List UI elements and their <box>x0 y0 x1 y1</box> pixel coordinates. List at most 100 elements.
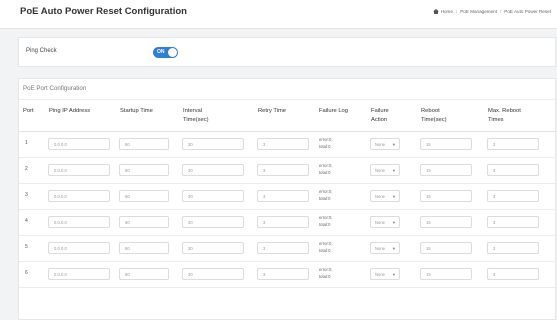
table-row: 2 0.0.0.0 60 30 3 error:0, total:0 None ▾ 15 3 <box>19 158 555 184</box>
ping-check-panel: Ping Check ON <box>18 37 556 67</box>
col-interval-time: Interval Time(sec) <box>183 108 209 123</box>
reboot-time-input[interactable]: 15 <box>420 164 472 176</box>
home-icon[interactable] <box>432 9 439 14</box>
port-number: 4 <box>25 218 28 224</box>
failure-log: error:0, total:0 <box>319 188 333 202</box>
max-reboot-input[interactable]: 3 <box>487 216 539 228</box>
col-retry-time: Retry Time <box>258 108 287 114</box>
failure-action-value: None <box>375 168 386 173</box>
interval-time-input[interactable]: 30 <box>182 268 244 280</box>
failure-log-error: error:0, <box>319 241 333 246</box>
max-reboot-input[interactable]: 3 <box>487 268 539 280</box>
retry-time-input[interactable]: 3 <box>257 138 309 150</box>
failure-action-value: None <box>375 272 386 277</box>
failure-action-select[interactable]: None ▾ <box>370 216 400 228</box>
ping-ip-input[interactable]: 0.0.0.0 <box>48 190 110 202</box>
reboot-time-input[interactable]: 15 <box>420 242 472 254</box>
ping-ip-input[interactable]: 0.0.0.0 <box>48 164 110 176</box>
col-failure-log: Failure Log <box>319 108 349 114</box>
startup-time-input[interactable]: 60 <box>119 242 169 254</box>
failure-action-select[interactable]: None ▾ <box>370 268 400 280</box>
ping-check-toggle[interactable]: ON <box>153 47 178 58</box>
ping-ip-input[interactable]: 0.0.0.0 <box>48 216 110 228</box>
max-reboot-input[interactable]: 3 <box>487 190 539 202</box>
failure-log-error: error:0, <box>319 189 333 194</box>
ping-check-label: Ping Check <box>26 48 57 54</box>
failure-log-total: total:0 <box>319 274 331 279</box>
failure-action-select[interactable]: None ▾ <box>370 138 400 150</box>
failure-log-total: total:0 <box>319 222 331 227</box>
chevron-down-icon: ▾ <box>392 168 395 173</box>
max-reboot-input[interactable]: 3 <box>487 242 539 254</box>
interval-time-input[interactable]: 30 <box>182 138 244 150</box>
ping-ip-input[interactable]: 0.0.0.0 <box>48 138 110 150</box>
startup-time-input[interactable]: 60 <box>119 268 169 280</box>
failure-log-total: total:0 <box>319 248 331 253</box>
retry-time-input[interactable]: 3 <box>257 216 309 228</box>
failure-log: error:0, total:0 <box>319 240 333 254</box>
interval-time-input[interactable]: 30 <box>182 242 244 254</box>
col-startup-time: Startup Time <box>120 108 153 114</box>
max-reboot-input[interactable]: 3 <box>487 164 539 176</box>
ping-ip-input[interactable]: 0.0.0.0 <box>48 242 110 254</box>
retry-time-input[interactable]: 3 <box>257 268 309 280</box>
table-row: 4 0.0.0.0 60 30 3 error:0, total:0 None ▾ 15 3 <box>19 210 555 236</box>
startup-time-input[interactable]: 60 <box>119 190 169 202</box>
failure-log: error:0, total:0 <box>319 266 333 280</box>
col-reboot-time: Reboot Time(sec) <box>421 108 447 123</box>
port-number: 5 <box>25 244 28 250</box>
reboot-time-input[interactable]: 15 <box>420 190 472 202</box>
startup-time-input[interactable]: 60 <box>119 216 169 228</box>
max-reboot-input[interactable]: 3 <box>487 138 539 150</box>
divider <box>19 99 555 100</box>
failure-log-error: error:0, <box>319 215 333 220</box>
chevron-down-icon: ▾ <box>392 246 395 251</box>
table-row: 6 0.0.0.0 60 30 3 error:0, total:0 None ▾ 15 3 <box>19 262 555 288</box>
reboot-time-input[interactable]: 15 <box>420 216 472 228</box>
failure-log-error: error:0, <box>319 137 333 142</box>
interval-time-input[interactable]: 30 <box>182 190 244 202</box>
ping-ip-input[interactable]: 0.0.0.0 <box>48 268 110 280</box>
failure-action-value: None <box>375 246 386 251</box>
table-row: 3 0.0.0.0 60 30 3 error:0, total:0 None ▾ 15 3 <box>19 184 555 210</box>
reboot-time-input[interactable]: 15 <box>420 268 472 280</box>
startup-time-input[interactable]: 60 <box>119 138 169 150</box>
retry-time-input[interactable]: 3 <box>257 164 309 176</box>
breadcrumb-current: PoE Auto Power Reset <box>504 9 551 14</box>
failure-action-select[interactable]: None ▾ <box>370 164 400 176</box>
failure-action-value: None <box>375 142 386 147</box>
retry-time-input[interactable]: 3 <box>257 242 309 254</box>
breadcrumb-poe-management[interactable]: PoE Management <box>460 9 497 14</box>
failure-action-select[interactable]: None ▾ <box>370 242 400 254</box>
chevron-down-icon: ▾ <box>392 272 395 277</box>
chevron-down-icon: ▾ <box>392 220 395 225</box>
retry-time-input[interactable]: 3 <box>257 190 309 202</box>
section-title: PoE Port Configuration <box>23 85 87 92</box>
failure-log: error:0, total:0 <box>319 136 333 150</box>
failure-log-total: total:0 <box>319 196 331 201</box>
interval-time-input[interactable]: 30 <box>182 164 244 176</box>
top-bar: PoE Auto Power Reset Configuration Home … <box>0 0 557 29</box>
failure-action-value: None <box>375 220 386 225</box>
col-max-reboot-times: Max. Reboot Times <box>488 108 521 123</box>
port-number: 3 <box>25 192 28 198</box>
toggle-text: ON <box>157 49 165 55</box>
table-row: 1 0.0.0.0 60 30 3 error:0, total:0 None ▾ 15 3 <box>19 132 555 158</box>
port-number: 2 <box>25 166 28 172</box>
breadcrumb: Home / PoE Management / PoE Auto Power R… <box>432 9 551 14</box>
failure-action-select[interactable]: None ▾ <box>370 190 400 202</box>
interval-time-input[interactable]: 30 <box>182 216 244 228</box>
failure-action-value: None <box>375 194 386 199</box>
failure-log: error:0, total:0 <box>319 214 333 228</box>
breadcrumb-separator: / <box>455 9 458 14</box>
failure-log-error: error:0, <box>319 267 333 272</box>
failure-log-total: total:0 <box>319 144 331 149</box>
breadcrumb-separator: / <box>499 9 502 14</box>
startup-time-input[interactable]: 60 <box>119 164 169 176</box>
page-title: PoE Auto Power Reset Configuration <box>20 6 187 17</box>
col-port: Port <box>23 108 34 114</box>
table-header: Port Ping IP Address Startup Time Interv… <box>19 103 555 132</box>
breadcrumb-home[interactable]: Home <box>441 9 453 14</box>
reboot-time-input[interactable]: 15 <box>420 138 472 150</box>
poe-port-config-panel: PoE Port Configuration Port Ping IP Addr… <box>18 78 556 320</box>
